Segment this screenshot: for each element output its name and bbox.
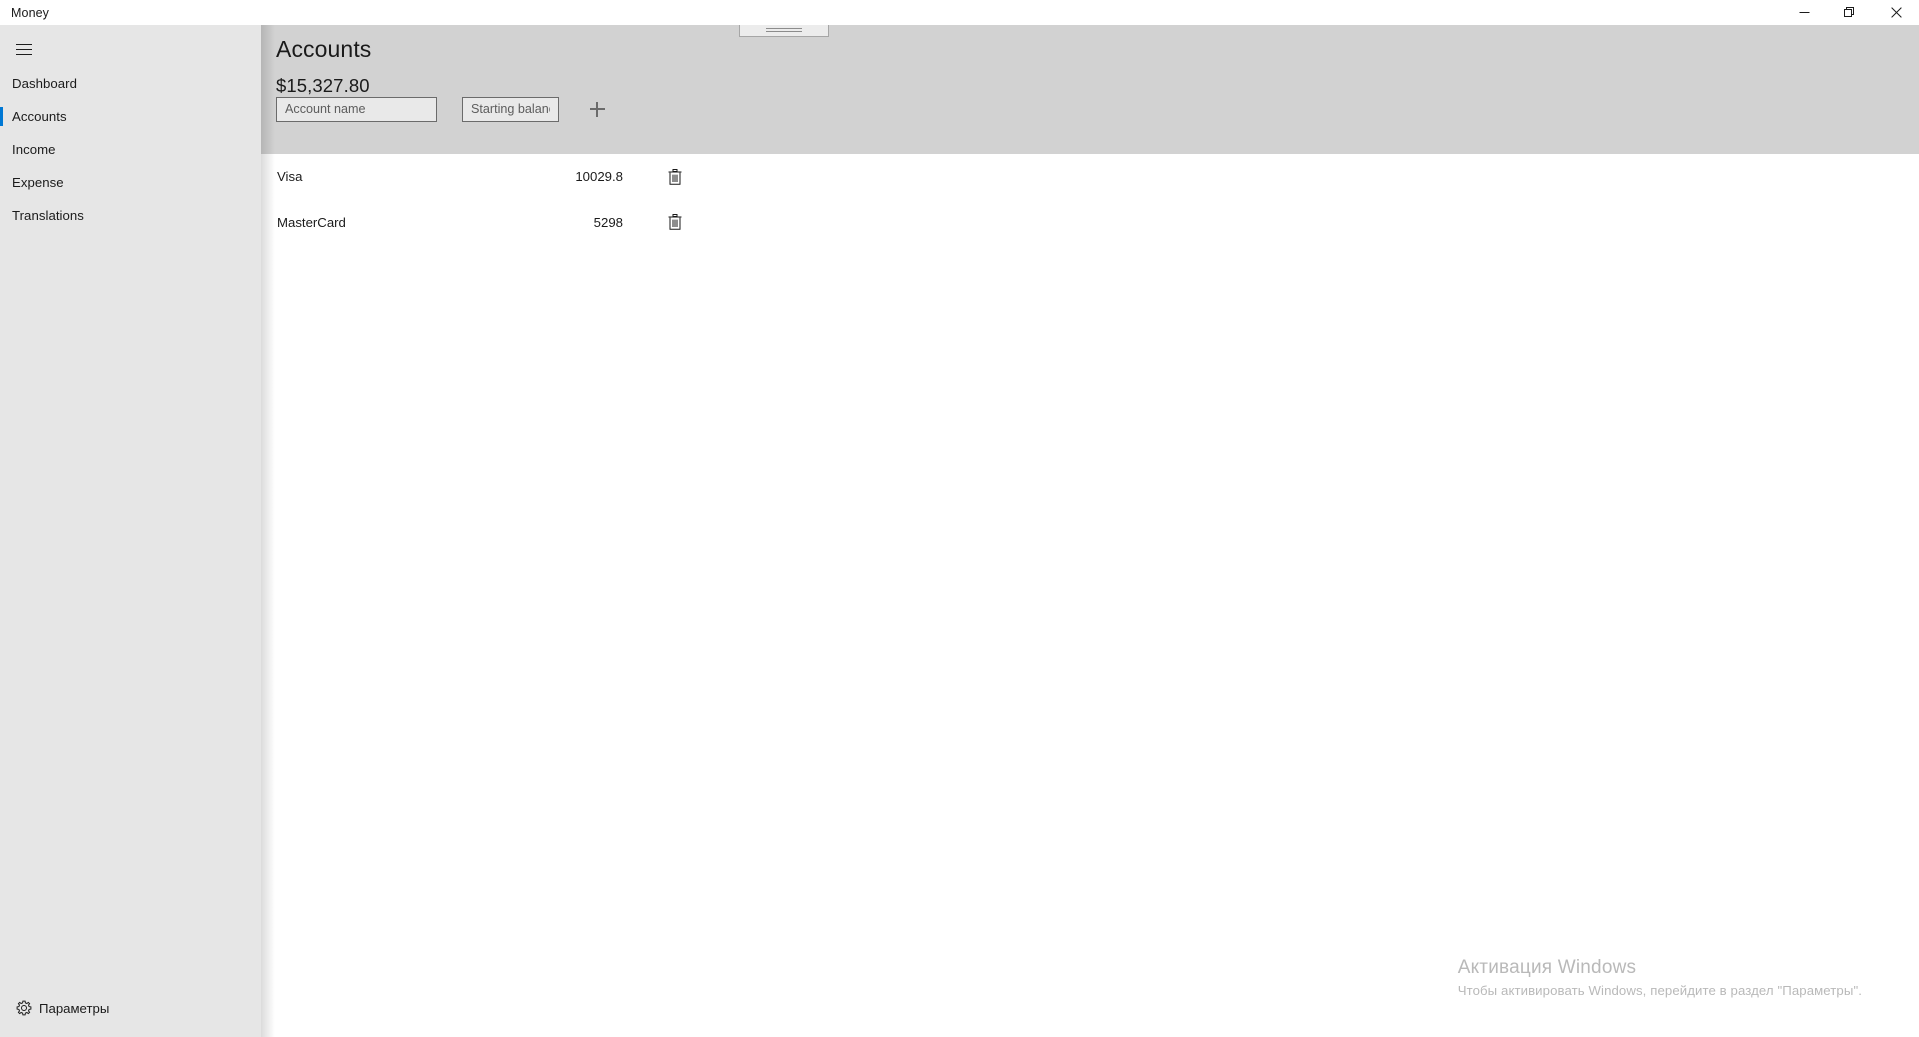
hamburger-menu-button[interactable] xyxy=(0,30,48,68)
account-name: Visa xyxy=(277,169,303,185)
account-name-input[interactable] xyxy=(276,96,437,122)
title-bar: Money xyxy=(0,0,1919,25)
sidebar-item-label: Income xyxy=(12,142,56,157)
sidebar-item-label: Accounts xyxy=(12,109,67,124)
delete-account-button[interactable] xyxy=(662,209,688,235)
sidebar-item-income[interactable]: Income xyxy=(0,133,261,166)
settings-label: Параметры xyxy=(39,1000,110,1016)
sidebar-item-translations[interactable]: Translations xyxy=(0,199,261,232)
page-title: Accounts xyxy=(276,36,372,62)
hamburger-icon xyxy=(16,43,32,55)
app-title: Money xyxy=(11,5,50,20)
add-account-form xyxy=(276,96,610,122)
account-name: MasterCard xyxy=(277,214,346,230)
table-row[interactable]: MasterCard 5298 xyxy=(261,200,1919,246)
total-balance: $15,327.80 xyxy=(276,75,370,96)
account-balance: 10029.8 xyxy=(575,169,623,185)
close-button[interactable] xyxy=(1873,0,1919,25)
grip-icon xyxy=(766,27,802,34)
sidebar-nav-list: Dashboard Accounts Income Expense Transl… xyxy=(0,67,261,232)
starting-balance-input[interactable] xyxy=(462,96,559,122)
window-controls xyxy=(1781,0,1919,25)
delete-account-button[interactable] xyxy=(662,164,688,190)
restore-icon xyxy=(1844,6,1854,17)
sidebar-item-settings[interactable]: Параметры xyxy=(0,989,261,1027)
accounts-list: Visa 10029.8 MasterCard 5298 xyxy=(261,154,1919,245)
trash-icon xyxy=(668,214,682,231)
sidebar-item-accounts[interactable]: Accounts xyxy=(0,100,261,133)
add-account-button[interactable] xyxy=(584,96,610,122)
minimize-button[interactable] xyxy=(1781,0,1827,25)
sidebar-item-dashboard[interactable]: Dashboard xyxy=(0,67,261,100)
account-balance: 5298 xyxy=(593,214,623,230)
activation-subtitle: Чтобы активировать Windows, перейдите в … xyxy=(1457,983,1862,998)
sidebar-item-label: Expense xyxy=(12,175,64,190)
sidebar: Dashboard Accounts Income Expense Transl… xyxy=(0,25,261,1037)
sidebar-item-label: Dashboard xyxy=(12,76,77,91)
main-content: Accounts $15,327.80 Visa 10029.8 xyxy=(261,25,1919,1037)
window-drag-handle[interactable] xyxy=(739,25,829,37)
content-header: Accounts $15,327.80 xyxy=(261,25,1919,154)
trash-icon xyxy=(668,168,682,185)
table-row[interactable]: Visa 10029.8 xyxy=(261,154,1919,200)
windows-activation-watermark: Активация Windows Чтобы активировать Win… xyxy=(1458,956,1862,998)
minimize-icon xyxy=(1799,12,1809,13)
maximize-restore-button[interactable] xyxy=(1827,0,1873,25)
activation-title: Активация Windows xyxy=(1457,957,1637,978)
sidebar-item-expense[interactable]: Expense xyxy=(0,166,261,199)
close-icon xyxy=(1890,7,1902,18)
sidebar-item-label: Translations xyxy=(12,208,84,223)
